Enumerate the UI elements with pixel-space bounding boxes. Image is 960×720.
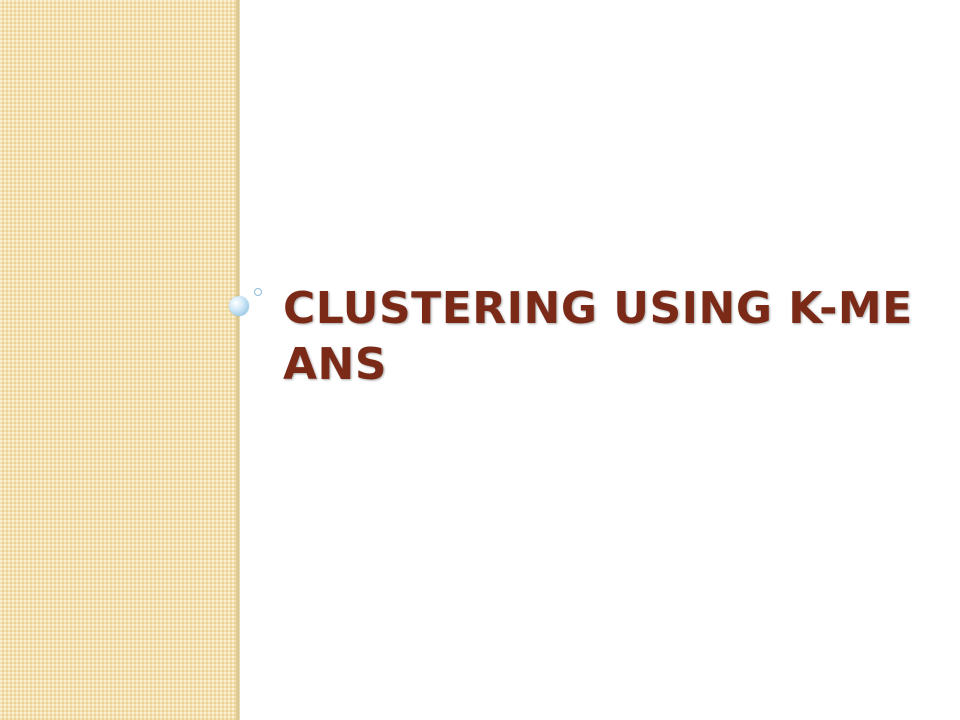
textured-side-panel xyxy=(0,0,236,720)
slide-title: CLUSTERING USING K-MEANS xyxy=(283,283,913,390)
side-panel-edge xyxy=(236,0,240,720)
small-bubble-icon xyxy=(254,288,262,296)
slide: CLUSTERING USING K-MEANS xyxy=(0,0,960,720)
large-bubble-icon xyxy=(229,296,249,316)
